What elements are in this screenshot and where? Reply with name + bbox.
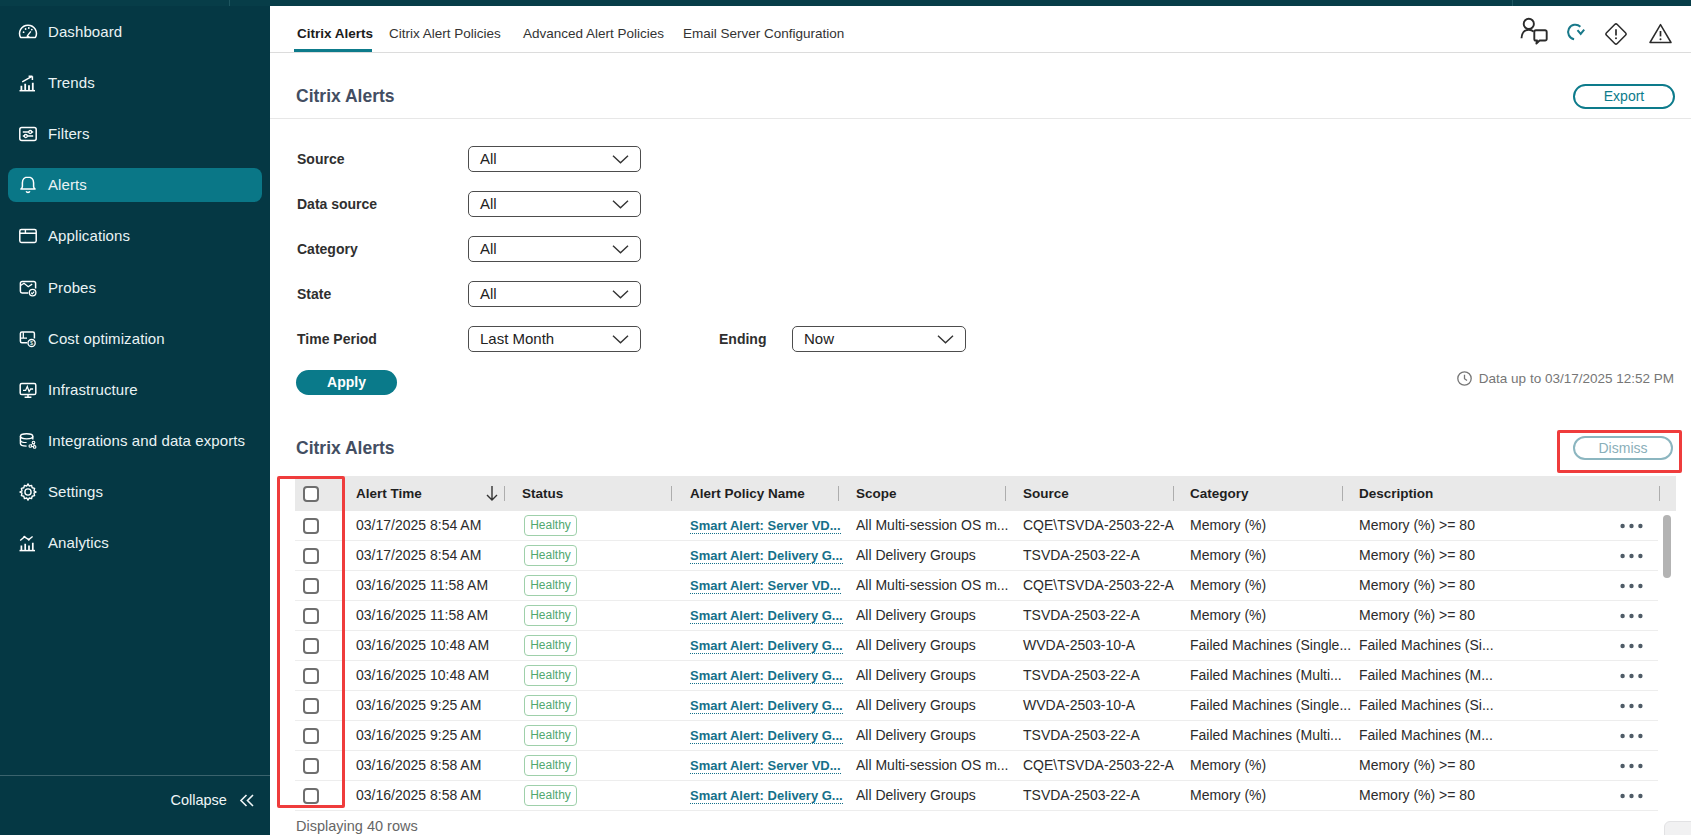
svg-text:$: $ <box>30 340 34 346</box>
